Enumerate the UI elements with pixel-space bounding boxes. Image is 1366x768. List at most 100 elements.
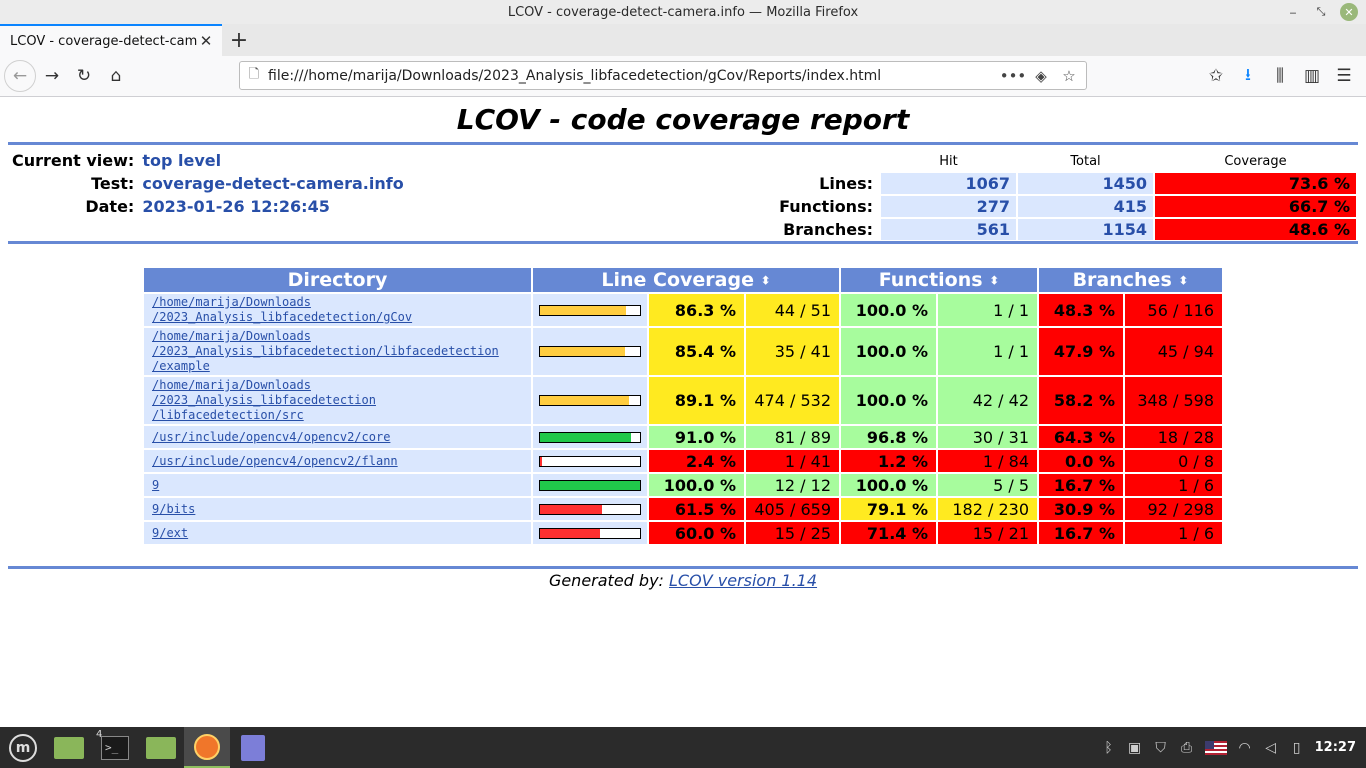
sort-icon[interactable]: ⬍	[1178, 274, 1188, 288]
close-window-button[interactable]: ✕	[1340, 3, 1358, 21]
coverage-bar	[539, 503, 641, 515]
coverage-bar	[539, 479, 641, 491]
col-branches[interactable]: Branches ⬍	[1039, 268, 1222, 292]
col-functions[interactable]: Functions ⬍	[841, 268, 1037, 292]
directory-link[interactable]: 9/ext	[152, 526, 188, 540]
lcov-version-link[interactable]: LCOV version 1.14	[669, 571, 817, 590]
summary-label: Branches:	[783, 220, 873, 239]
coverage-bar-fill	[540, 432, 631, 442]
printer-icon[interactable]: ⎙	[1179, 740, 1195, 756]
clock[interactable]: 12:27	[1315, 740, 1356, 755]
table-row: 9 100.0 % 12 / 12 100.0 % 5 / 5 16.7 % 1 / 6	[144, 474, 1222, 496]
functions-count: 1 / 84	[938, 450, 1037, 472]
sort-icon[interactable]: ⬍	[761, 274, 771, 288]
report-title: LCOV - code coverage report	[456, 103, 910, 136]
functions-count: 30 / 31	[938, 426, 1037, 448]
table-row: /usr/include/opencv4/opencv2/flann 2.4 % 1…	[144, 450, 1222, 472]
taskbar-files[interactable]	[138, 727, 184, 768]
col-line-coverage[interactable]: Line Coverage ⬍	[533, 268, 839, 292]
sort-icon[interactable]: ⬍	[989, 274, 999, 288]
tab-lcov[interactable]: LCOV - coverage-detect-camera.info ✕	[0, 24, 222, 56]
keyboard-layout-flag-icon[interactable]	[1204, 740, 1227, 755]
summary-coverage: 48.6 %	[1155, 219, 1356, 240]
footer-prefix: Generated by:	[548, 571, 670, 590]
directory-link[interactable]: /home/marija/Downloads/2023_Analysis_lib…	[152, 378, 376, 422]
taskbar-text-editor[interactable]	[230, 727, 276, 768]
directory-path-cell: 9	[144, 474, 531, 496]
back-button[interactable]: ←	[4, 60, 36, 92]
directory-link[interactable]: /usr/include/opencv4/opencv2/flann	[152, 454, 398, 468]
tab-close-icon[interactable]: ✕	[198, 32, 214, 50]
line-coverage-count: 405 / 659	[746, 498, 839, 520]
directory-link[interactable]: 9	[152, 478, 159, 492]
summary-row-lines: Lines: 1067 1450 73.6 %	[778, 173, 1356, 194]
directory-link[interactable]: /home/marija/Downloads/2023_Analysis_lib…	[152, 295, 412, 324]
line-coverage-percent: 91.0 %	[649, 426, 744, 448]
bluetooth-icon[interactable]: ᛒ	[1101, 740, 1117, 756]
page-icon: 🗋	[248, 66, 260, 82]
branches-count: 1 / 6	[1125, 522, 1222, 544]
url-text[interactable]: file:///home/marija/Downloads/2023_Analy…	[268, 68, 1002, 84]
url-actions: ••• ◈ ☆	[1000, 65, 1086, 87]
home-button[interactable]: ⌂	[100, 60, 132, 92]
volume-icon[interactable]: ◁	[1263, 740, 1279, 756]
clipboard-icon[interactable]: ▣	[1127, 740, 1143, 756]
menu-button[interactable]: ☰	[1328, 60, 1360, 92]
bookmarks-button[interactable]: ✩	[1200, 60, 1232, 92]
functions-percent: 100.0 %	[841, 294, 936, 326]
pocket-icon[interactable]: ◈	[1030, 65, 1052, 87]
shield-icon[interactable]: ⛉	[1153, 740, 1169, 756]
branches-percent: 30.9 %	[1039, 498, 1123, 520]
summary-label: Lines:	[819, 174, 873, 193]
functions-percent: 1.2 %	[841, 450, 936, 472]
directory-link[interactable]: /usr/include/opencv4/opencv2/core	[152, 430, 390, 444]
coverage-bar-cell	[533, 474, 647, 496]
window-title: LCOV - coverage-detect-camera.info — Moz…	[507, 4, 859, 20]
directory-link[interactable]: /home/marija/Downloads/2023_Analysis_lib…	[152, 329, 499, 373]
window-controls: ‒ ⤡ ✕	[1284, 3, 1358, 21]
desktop-icon	[54, 736, 84, 759]
start-menu-button[interactable]: m	[0, 727, 46, 768]
battery-icon[interactable]: ▯	[1289, 740, 1305, 756]
functions-count: 182 / 230	[938, 498, 1037, 520]
report-header: Current view: top level Test: coverage-det…	[0, 145, 1366, 241]
show-desktop-button[interactable]	[46, 727, 92, 768]
page-actions-icon[interactable]: •••	[1000, 65, 1027, 87]
coverage-bar	[539, 455, 641, 467]
directory-path-cell: 9/ext	[144, 522, 531, 544]
url-bar[interactable]: 🗋 file:///home/marija/Downloads/2023_Ana…	[239, 61, 1087, 90]
table-row: 9/ext 60.0 % 15 / 25 71.4 % 15 / 21 16.7 % 1 /…	[144, 522, 1222, 544]
coverage-bar-fill	[540, 305, 627, 315]
wifi-icon[interactable]: ◠	[1237, 740, 1253, 756]
directory-rows: /home/marija/Downloads/2023_Analysis_lib…	[144, 294, 1222, 544]
taskbar-firefox[interactable]	[184, 727, 230, 768]
coverage-bar-fill	[540, 396, 630, 405]
forward-button[interactable]: →	[36, 60, 68, 92]
sidebar-button[interactable]: ▥	[1296, 60, 1328, 92]
taskbar-terminal[interactable]: 4 >_	[92, 727, 138, 768]
functions-percent: 79.1 %	[841, 498, 936, 520]
functions-count: 1 / 1	[938, 328, 1037, 375]
branches-count: 45 / 94	[1125, 328, 1222, 375]
date-label: Date:	[85, 197, 135, 216]
functions-percent: 100.0 %	[841, 328, 936, 375]
summary-col-coverage: Coverage	[1224, 153, 1287, 169]
bookmark-star-icon[interactable]: ☆	[1058, 65, 1080, 87]
new-tab-button[interactable]: +	[222, 24, 256, 56]
summary-hit: 1067	[881, 173, 1016, 194]
reload-button[interactable]: ↻	[68, 60, 100, 92]
directory-path-cell: 9/bits	[144, 498, 531, 520]
summary-hit: 561	[881, 219, 1016, 240]
summary-coverage: 66.7 %	[1155, 196, 1356, 217]
downloads-button[interactable]: ⭳	[1232, 60, 1264, 92]
test-value: coverage-detect-camera.info	[142, 174, 404, 193]
line-coverage-percent: 86.3 %	[649, 294, 744, 326]
summary-coverage: 73.6 %	[1155, 173, 1356, 194]
directory-path-cell: /home/marija/Downloads/2023_Analysis_lib…	[144, 294, 531, 326]
minimize-button[interactable]: ‒	[1284, 3, 1302, 21]
maximize-button[interactable]: ⤡	[1312, 3, 1330, 21]
coverage-bar-cell	[533, 522, 647, 544]
directory-link[interactable]: 9/bits	[152, 502, 195, 516]
library-button[interactable]: ⫼	[1264, 60, 1296, 92]
test-label: Test:	[91, 174, 135, 193]
